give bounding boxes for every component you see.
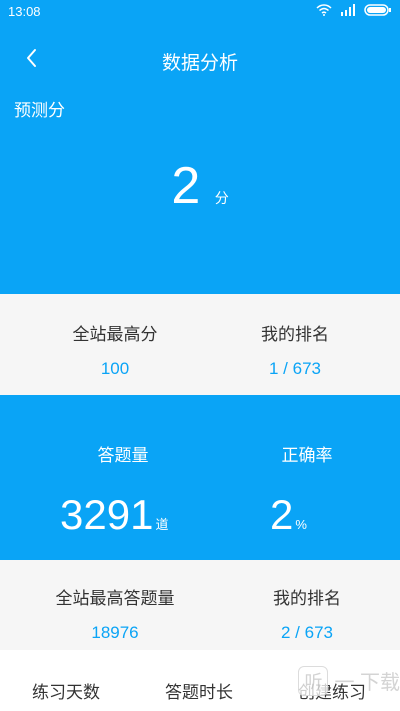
bottom-tabs: 练习天数 答题时长 创建练习 (0, 650, 400, 711)
answer-count-number: 3291 道 (60, 491, 210, 539)
score-unit: 分 (214, 190, 229, 206)
predicted-score: 2 分 (0, 156, 400, 216)
site-top-answers-label: 全站最高答题量 (55, 589, 175, 608)
accuracy-value: 2 (270, 491, 294, 538)
answer-count-unit: 道 (155, 517, 169, 532)
my-rank-answers: 我的排名 2 / 673 (232, 584, 382, 643)
my-rank: 我的排名 1 / 673 (220, 320, 370, 379)
battery-icon (364, 4, 391, 16)
tab-create-practice[interactable]: 创建练习 (298, 678, 366, 703)
signal-icon (341, 4, 355, 16)
accuracy-number: 2% (270, 491, 370, 539)
my-rank-value: 1 / 673 (269, 359, 321, 378)
site-top-score-value: 100 (100, 359, 130, 378)
my-rank-answers-label: 我的排名 (273, 589, 341, 608)
answer-count: 答题量 (48, 441, 198, 466)
status-time: 13:08 (8, 4, 41, 19)
my-rank-label: 我的排名 (261, 325, 329, 344)
page-title: 数据分析 (161, 53, 238, 74)
site-top-answers-value: 18976 (91, 623, 139, 642)
tab-practice-days[interactable]: 练习天数 (32, 678, 100, 703)
stats-row-2: 答题量 3291 道 正确率 2% (0, 395, 400, 560)
accuracy: 正确率 (232, 441, 382, 466)
stats-row-3: 全站最高答题量 18976 我的排名 2 / 673 (0, 560, 400, 650)
answer-count-value: 3291 (60, 491, 154, 538)
tab-answer-duration[interactable]: 答题时长 (165, 678, 233, 703)
site-top-score-label: 全站最高分 (72, 325, 158, 344)
site-top-answers: 全站最高答题量 18976 (40, 584, 190, 643)
answer-count-label: 答题量 (97, 446, 149, 465)
status-bar: 13:08 (0, 0, 400, 24)
accuracy-label: 正确率 (281, 446, 333, 465)
stats-row-1: 全站最高分 100 我的排名 1 / 673 (0, 294, 400, 395)
my-rank-answers-value: 2 / 673 (281, 623, 333, 642)
wifi-icon (316, 4, 332, 16)
header: 数据分析 预测分 2 分 (0, 24, 400, 294)
accuracy-unit: % (295, 517, 307, 532)
site-top-score: 全站最高分 100 (40, 320, 190, 379)
status-icons (316, 4, 392, 16)
section-title: 预测分 (14, 101, 65, 120)
score-value: 2 (171, 157, 201, 215)
